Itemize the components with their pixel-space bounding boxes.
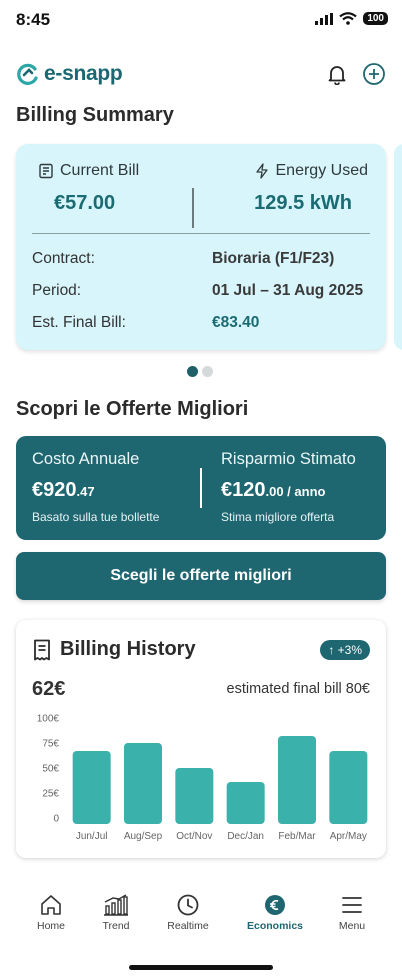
chart-bar[interactable] [72,751,111,824]
chart-bar[interactable] [124,743,162,824]
annual-cost-note: Basato sulla tue bollette [32,510,160,524]
current-bill-label: Current Bill [60,162,140,179]
x-tick-label: Dec/Jan [227,831,264,842]
bar-chart-icon [104,894,128,916]
choose-best-offers-button[interactable]: Scegli le offerte migliori [16,552,386,600]
annual-cost-label: Costo Annuale [32,450,140,468]
nav-home-label: Home [36,920,65,932]
est-final-value: €83.40 [212,314,260,331]
offers-divider [200,468,202,508]
carousel-pager[interactable] [187,366,213,377]
signal-icon [315,12,334,25]
clock-icon [177,894,199,916]
offers-title: Scopri le Offerte Migliori [16,398,249,420]
annual-cost-value: €920.47 [32,479,159,502]
y-tick-label: 50€ [42,764,59,775]
nav-realtime-label: Realtime [167,920,209,932]
pager-dot-1[interactable] [187,366,198,377]
app-logo[interactable]: e-snapp [16,62,123,86]
savings-note: Stima migliore offerta [221,510,335,524]
savings-value: €120.00 / anno [221,479,356,502]
lightning-icon [255,163,268,179]
annual-cost-block: Costo Annuale €920.47 Basato sulla tue b… [32,450,159,524]
summary-horizontal-divider [32,233,370,234]
contract-value: Bioraria (F1/F23) [212,250,335,267]
menu-icon [342,897,362,913]
nav-menu[interactable]: Menu [317,894,387,932]
battery-icon: 100 [363,12,388,25]
chart-bar[interactable] [175,768,214,824]
bell-icon[interactable] [326,63,348,85]
y-tick-label: 75€ [42,739,59,750]
chart-bar[interactable] [226,782,265,824]
offers-card[interactable]: Costo Annuale €920.47 Basato sulla tue b… [16,436,386,540]
current-bill-value: €57.00 [54,192,116,214]
billing-history-card: Billing History ↑ +3% 62€ estimated fina… [16,620,386,858]
app-header: e-snapp [16,58,386,90]
nav-economics[interactable]: Economics [240,894,310,932]
savings-block: Risparmio Stimato €120.00 / anno Stima m… [221,450,356,524]
y-tick-label: 0 [53,814,59,825]
x-tick-label: Aug/Sep [124,831,163,842]
x-tick-label: Jun/Jul [76,831,108,842]
home-indicator [129,965,273,970]
x-tick-label: Feb/Mar [278,831,316,842]
home-icon [41,895,61,915]
energy-used-block: Energy Used 129.5 kWh [216,162,368,215]
nav-trend[interactable]: Trend [81,894,151,932]
x-tick-label: Apr/May [330,831,367,842]
x-tick-label: Oct/Nov [176,831,212,842]
billing-history-chart: 0 25€ 50€ 75€ 100€ Jun/Jul Aug/Sep Oct/Nov Dec/J… [37,714,368,842]
euro-icon [265,895,285,915]
period-label: Period: [32,282,82,299]
logo-text: e-snapp [44,62,123,85]
nav-economics-label: Economics [246,920,304,932]
add-circle-icon[interactable] [362,62,386,86]
energy-used-label: Energy Used [275,162,369,179]
period-value: 01 Jul – 31 Aug 2025 [212,282,364,299]
receipt-icon [39,163,53,179]
status-time: 8:45 [16,10,51,29]
pager-dot-2[interactable] [202,366,213,377]
savings-main: €120 [221,479,266,501]
nav-realtime[interactable]: Realtime [153,894,223,932]
next-summary-card-peek[interactable] [394,144,402,350]
current-bill-block: Current Bill €57.00 [38,162,208,215]
logo-mark-icon [17,63,38,85]
bottom-nav: Home Trend Realtime Economics Menu [0,882,402,952]
summary-vertical-divider [192,188,194,228]
chart-bar[interactable] [278,736,316,824]
nav-trend-label: Trend [102,920,130,932]
contract-label: Contract: [32,250,95,267]
savings-label: Risparmio Stimato [221,450,356,468]
energy-used-value: 129.5 kWh [254,192,352,214]
billing-summary-title: Billing Summary [16,104,174,126]
billing-summary-card[interactable]: Current Bill €57.00 Energy Used 129.5 kW… [16,144,386,350]
status-icons: 100 [315,12,388,25]
est-final-label: Est. Final Bill: [32,314,126,331]
wifi-icon [339,12,358,25]
status-bar: 8:45 100 [0,0,402,44]
annual-cost-main: €920 [32,479,77,501]
chart-bar[interactable] [329,751,368,824]
annual-cost-cents: .47 [76,484,95,499]
y-tick-label: 25€ [42,789,59,800]
y-tick-label: 100€ [37,714,60,725]
nav-menu-label: Menu [338,920,366,932]
savings-suffix: .00 / anno [265,484,326,499]
nav-home[interactable]: Home [16,894,86,932]
